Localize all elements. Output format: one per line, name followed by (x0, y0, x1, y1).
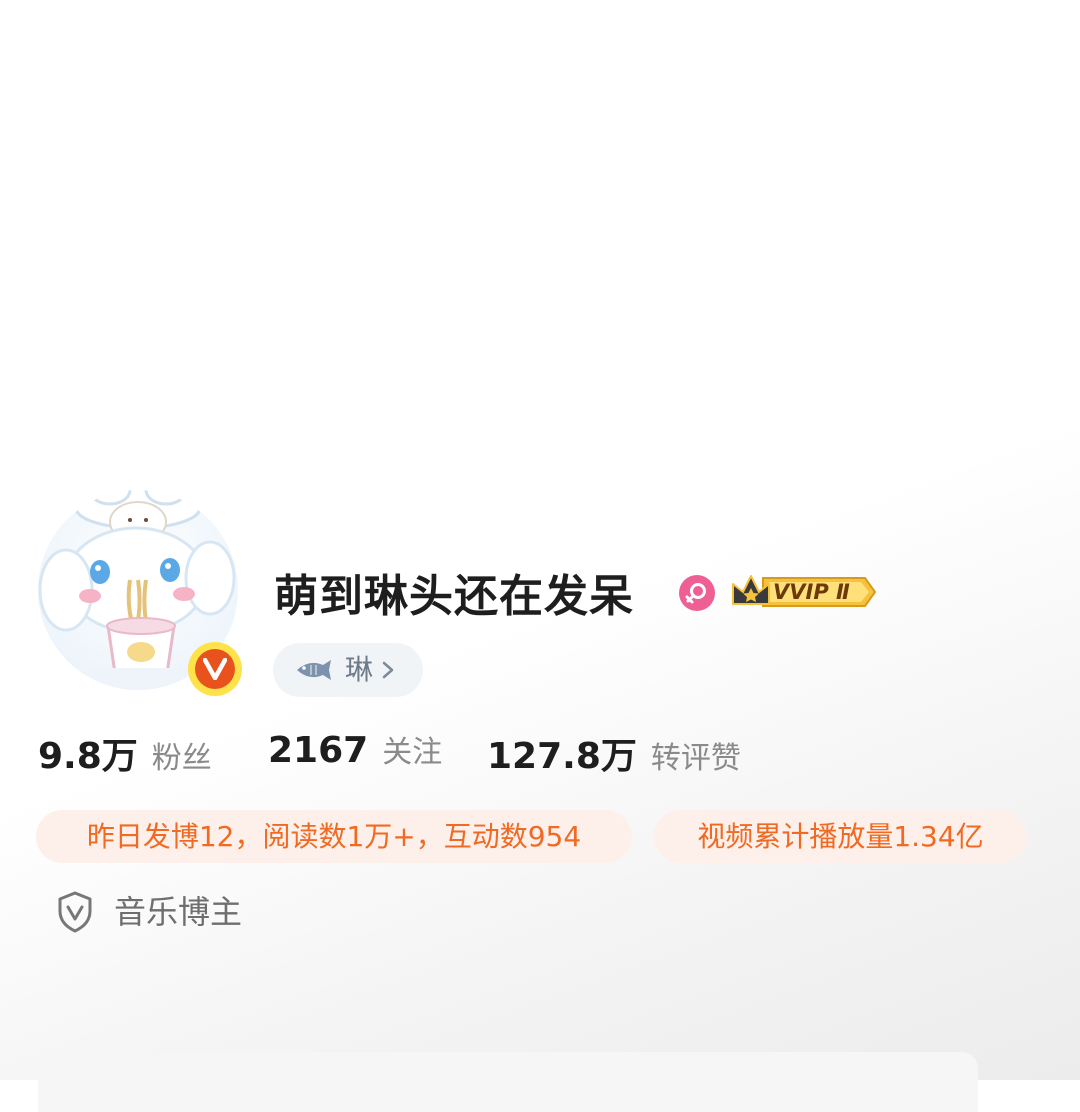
video-plays-pill[interactable]: 视频累计播放量1.34亿 (654, 810, 1027, 863)
interactions-label: 转评赞 (650, 741, 741, 776)
chevron-right-icon (382, 661, 394, 679)
following-count: 2167 (268, 730, 369, 771)
creator-tag-label: 音乐博主 (114, 893, 243, 931)
verified-badge (188, 642, 242, 696)
fans-count: 9.8万 (38, 736, 138, 777)
female-gender-icon (679, 575, 715, 611)
fan-group-chip[interactable]: 琳 (273, 643, 423, 697)
creator-tag[interactable]: 音乐博主 (56, 886, 242, 938)
fans-stat[interactable]: 9.8万 粉丝 (38, 727, 212, 783)
following-label: 关注 (382, 735, 443, 770)
vvip-label: VVIP Ⅱ (773, 580, 850, 604)
fan-group-name: 琳 (345, 653, 374, 686)
shield-icon (58, 891, 92, 933)
content-card-edge (38, 1052, 978, 1112)
interactions-count: 127.8万 (487, 736, 637, 777)
verified-v-icon (195, 649, 235, 689)
yesterday-activity-pill[interactable]: 昨日发博12，阅读数1万+，互动数954 (36, 810, 632, 863)
following-stat[interactable]: 2167 关注 (268, 727, 442, 783)
fans-label: 粉丝 (151, 741, 212, 776)
username: 萌到琳头还在发呆 (274, 571, 634, 622)
fish-icon (297, 660, 331, 680)
interactions-stat[interactable]: 127.8万 转评赞 (487, 727, 741, 783)
